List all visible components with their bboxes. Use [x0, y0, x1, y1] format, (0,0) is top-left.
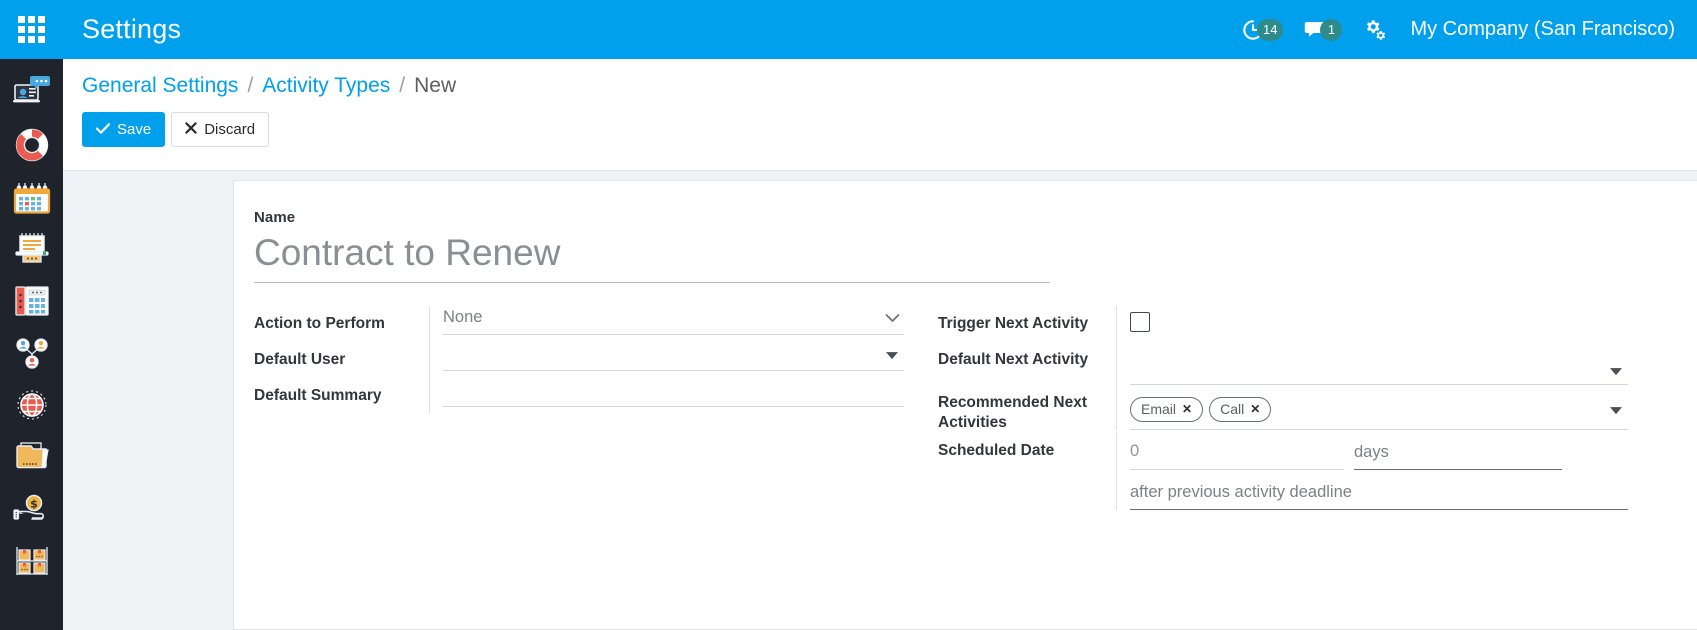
messages-count-badge: 1	[1320, 18, 1343, 41]
form-field-groups: Action to Perform None Default User Defa…	[254, 306, 1665, 510]
action-to-perform-label: Action to Perform	[254, 315, 385, 332]
field-row-default-summary: Default Summary	[254, 378, 904, 414]
form-view: Name Action to Perform None	[63, 171, 1697, 630]
sidebar-item-documents[interactable]	[10, 435, 54, 479]
breadcrumb: General Settings / Activity Types / New	[82, 75, 1697, 96]
trigger-next-activity-checkbox[interactable]	[1130, 312, 1150, 332]
scheduled-date-unit-select[interactable]: days	[1354, 442, 1562, 461]
globe-icon	[13, 386, 51, 424]
tag-email[interactable]: Email ✕	[1130, 397, 1204, 422]
save-button-label: Save	[117, 121, 152, 138]
people-network-icon	[12, 334, 52, 372]
sidebar-item-notes[interactable]	[10, 227, 54, 271]
scheduled-date-label: Scheduled Date	[938, 441, 1055, 459]
default-summary-label: Default Summary	[254, 387, 382, 404]
tag-remove-icon[interactable]: ✕	[1250, 401, 1260, 417]
scheduled-date-reference-select[interactable]: after previous activity deadline	[1130, 482, 1628, 501]
field-row-scheduled-date: Scheduled Date 0 days after previous act…	[938, 432, 1628, 510]
default-summary-input[interactable]	[443, 379, 904, 399]
user-company-menu[interactable]: My Company (San Francisco)	[1396, 18, 1683, 41]
action-to-perform-select[interactable]: None	[443, 308, 904, 326]
default-user-cell	[429, 342, 904, 378]
form-group-left: Action to Perform None Default User Defa…	[254, 306, 904, 510]
field-row-default-user: Default User	[254, 342, 904, 378]
default-summary-cell	[429, 378, 904, 414]
sidebar-item-calendar[interactable]	[10, 175, 54, 219]
discard-button-label: Discard	[204, 121, 256, 138]
breadcrumb-separator: /	[399, 74, 406, 97]
lifesaver-icon	[13, 126, 51, 164]
field-row-trigger-next-activity: Trigger Next Activity	[938, 306, 1628, 342]
field-row-recommended-next-activities: Recommended Next Activities Email ✕ Call…	[938, 385, 1628, 433]
app-brand-title: Settings	[82, 14, 182, 44]
tag-remove-icon[interactable]: ✕	[1182, 401, 1192, 417]
sidebar-item-inventory[interactable]	[10, 539, 54, 583]
name-field-label: Name	[254, 209, 296, 226]
settings-gears-button[interactable]	[1352, 0, 1396, 59]
form-group-right: Trigger Next Activity Default Next Activ…	[938, 306, 1628, 510]
scheduled-date-reference-wrap: after previous activity deadline	[1130, 481, 1628, 510]
breadcrumb-item-general-settings[interactable]: General Settings	[82, 75, 238, 96]
apps-grid-icon	[18, 16, 45, 43]
default-user-label: Default User	[254, 351, 346, 368]
default-next-activity-cell	[1116, 342, 1628, 385]
scheduled-date-delay-row: days	[1130, 441, 1628, 470]
calendar-icon	[12, 179, 52, 215]
recommended-next-activities-label: Recommended Next Activities	[938, 394, 1088, 431]
recommended-next-activities-tags: Email ✕ Call ✕	[1130, 397, 1272, 422]
x-icon	[185, 122, 197, 137]
notes-icon	[13, 230, 51, 268]
hand-money-icon: $	[12, 491, 52, 527]
activity-menu-button[interactable]: 14	[1232, 0, 1293, 59]
form-sheet: Name Action to Perform None	[233, 180, 1697, 630]
default-next-activity-input[interactable]	[1130, 357, 1628, 377]
top-navbar: Settings 14 1 My Company (San Francisco)	[0, 0, 1697, 59]
app-sidebar: $	[0, 59, 63, 630]
sidebar-item-helpdesk[interactable]	[10, 123, 54, 167]
calculator-icon	[12, 283, 52, 319]
action-to-perform-cell: None	[429, 306, 904, 342]
messaging-menu-button[interactable]: 1	[1293, 0, 1352, 59]
save-button[interactable]: Save	[82, 112, 166, 147]
scheduled-date-cell: days	[1116, 432, 1628, 510]
boxes-icon	[12, 543, 52, 579]
sidebar-item-expenses[interactable]: $	[10, 487, 54, 531]
apps-menu-button[interactable]	[0, 0, 63, 59]
field-row-action-to-perform: Action to Perform None	[254, 306, 904, 342]
svg-text:$: $	[30, 498, 38, 511]
activity-count-badge: 14	[1257, 18, 1284, 41]
form-action-buttons: Save Discard	[82, 112, 1697, 147]
navbar-right-menu: 14 1 My Company (San Francisco)	[1232, 0, 1697, 59]
sidebar-item-contacts[interactable]	[10, 331, 54, 375]
trigger-next-activity-cell	[1116, 306, 1628, 342]
scheduled-date-unit-wrap: days	[1354, 441, 1562, 470]
default-user-input[interactable]	[443, 343, 904, 363]
field-row-default-next-activity: Default Next Activity	[938, 342, 1628, 385]
control-panel: General Settings / Activity Types / New …	[63, 59, 1697, 171]
scheduled-date-amount-wrap	[1130, 441, 1344, 470]
breadcrumb-item-activity-types[interactable]: Activity Types	[262, 75, 390, 96]
trigger-next-activity-label: Trigger Next Activity	[938, 315, 1089, 332]
breadcrumb-item-current: New	[414, 74, 457, 97]
discard-button[interactable]: Discard	[171, 112, 270, 147]
sidebar-item-discuss[interactable]	[10, 71, 54, 115]
tag-call[interactable]: Call ✕	[1209, 397, 1272, 422]
tag-label: Call	[1220, 401, 1245, 417]
default-next-activity-label: Default Next Activity	[938, 351, 1089, 368]
discuss-icon	[12, 74, 52, 112]
check-icon	[95, 122, 111, 137]
folder-icon	[12, 440, 52, 474]
sidebar-item-website[interactable]	[10, 383, 54, 427]
gears-icon	[1362, 19, 1386, 41]
recommended-next-activities-cell: Email ✕ Call ✕	[1116, 385, 1628, 430]
scheduled-date-amount-input[interactable]	[1130, 442, 1344, 462]
tag-label: Email	[1141, 401, 1177, 417]
sidebar-item-accounting[interactable]	[10, 279, 54, 323]
breadcrumb-separator: /	[247, 74, 254, 97]
name-input[interactable]	[254, 232, 1050, 283]
